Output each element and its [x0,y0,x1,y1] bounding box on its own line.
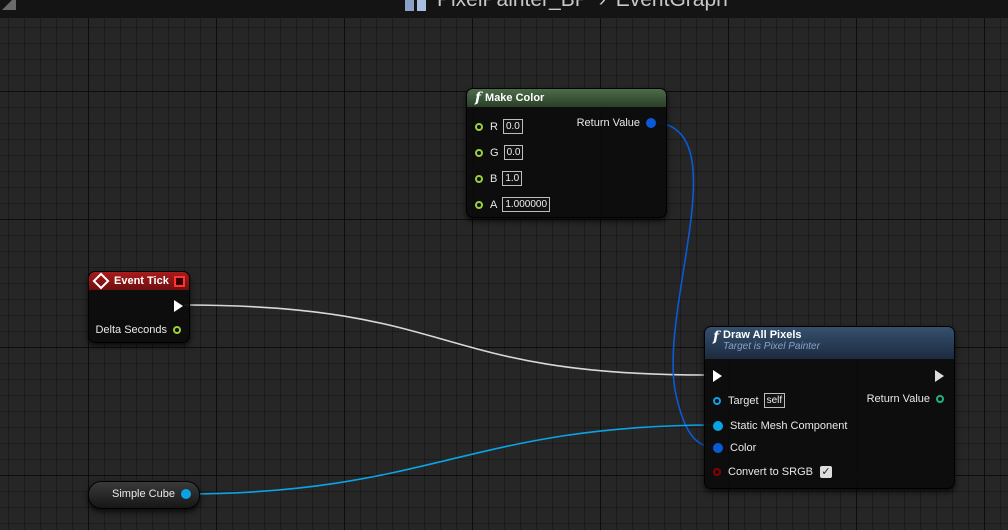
exec-out-row [174,300,183,312]
pin-label: Return Value [576,117,640,129]
float-pin-icon[interactable] [173,326,181,334]
pin-label: Target [728,394,759,407]
exec-out-pin-icon[interactable] [174,300,183,312]
b-value-field[interactable]: 1.0 [502,171,523,186]
pin-label: R [490,120,498,133]
node-title: Make Color [485,92,545,104]
float-pin-icon[interactable] [475,122,483,131]
pin-label: G [490,146,499,159]
static-mesh-wire [182,424,717,495]
bool-pin-icon[interactable] [713,468,721,476]
float-pin-icon[interactable] [475,174,483,183]
draw-all-pixels-node[interactable]: f Draw All Pixels Target is Pixel Painte… [704,326,955,489]
target-row: Target self [713,393,786,408]
input-g-row: G 0.0 [475,145,524,160]
exec-in-row [713,370,722,382]
color-row: Color [713,442,756,454]
make-color-node[interactable]: f Make Color R 0.0 G 0.0 B 1.0 A 1.00000… [466,88,667,218]
int-pin-icon[interactable] [936,395,944,403]
pin-label: B [490,172,498,185]
float-pin-icon[interactable] [475,148,483,157]
pin-label: A [490,198,498,211]
a-value-field[interactable]: 1.000000 [502,197,551,212]
make-color-header[interactable]: f Make Color [467,89,666,107]
simple-cube-node[interactable]: Simple Cube [88,481,200,509]
delegate-pin-icon[interactable] [174,276,185,287]
pin-label: Static Mesh Component [730,420,848,432]
r-value-field[interactable]: 0.0 [502,119,523,134]
struct-pin-icon[interactable] [713,443,723,453]
function-icon: f [475,90,482,106]
draw-all-pixels-header[interactable]: f Draw All Pixels Target is Pixel Painte… [705,327,954,359]
event-tick-header[interactable]: Event Tick [89,272,189,290]
convert-srgb-row: Convert to SRGB ✓ [713,466,832,478]
return-value-row: Return Value [577,117,656,129]
g-value-field[interactable]: 0.0 [503,145,524,160]
pin-label: Return Value [866,393,930,405]
pin-label: Delta Seconds [95,324,167,336]
target-value-field[interactable]: self [763,393,786,408]
object-pin-icon[interactable] [713,396,721,405]
exec-in-pin-icon[interactable] [713,370,722,382]
input-b-row: B 1.0 [475,171,523,186]
delta-seconds-row: Delta Seconds [95,324,181,336]
variable-label: Simple Cube [112,488,175,500]
event-tick-node[interactable]: Event Tick Delta Seconds [88,271,190,343]
srgb-checkbox[interactable]: ✓ [819,466,832,478]
input-r-row: R 0.0 [475,119,523,134]
exec-out-row [935,370,944,382]
float-pin-icon[interactable] [475,200,483,209]
exec-wire [183,304,707,376]
event-icon [92,272,110,290]
static-mesh-row: Static Mesh Component [713,420,847,432]
object-pin-icon[interactable] [713,421,723,431]
node-title: Event Tick [114,275,169,287]
struct-pin-icon[interactable] [646,118,656,128]
return-value-row: Return Value [867,393,944,405]
pin-label: Convert to SRGB [728,466,813,478]
input-a-row: A 1.000000 [475,197,551,212]
pin-label: Color [730,442,757,454]
node-title: Draw All Pixels [723,329,802,341]
simple-cube-row: Simple Cube [112,488,191,500]
node-subtitle: Target is Pixel Painter [723,341,820,352]
object-pin-icon[interactable] [180,489,191,499]
function-icon: f [713,329,720,345]
exec-out-pin-icon[interactable] [935,370,944,382]
